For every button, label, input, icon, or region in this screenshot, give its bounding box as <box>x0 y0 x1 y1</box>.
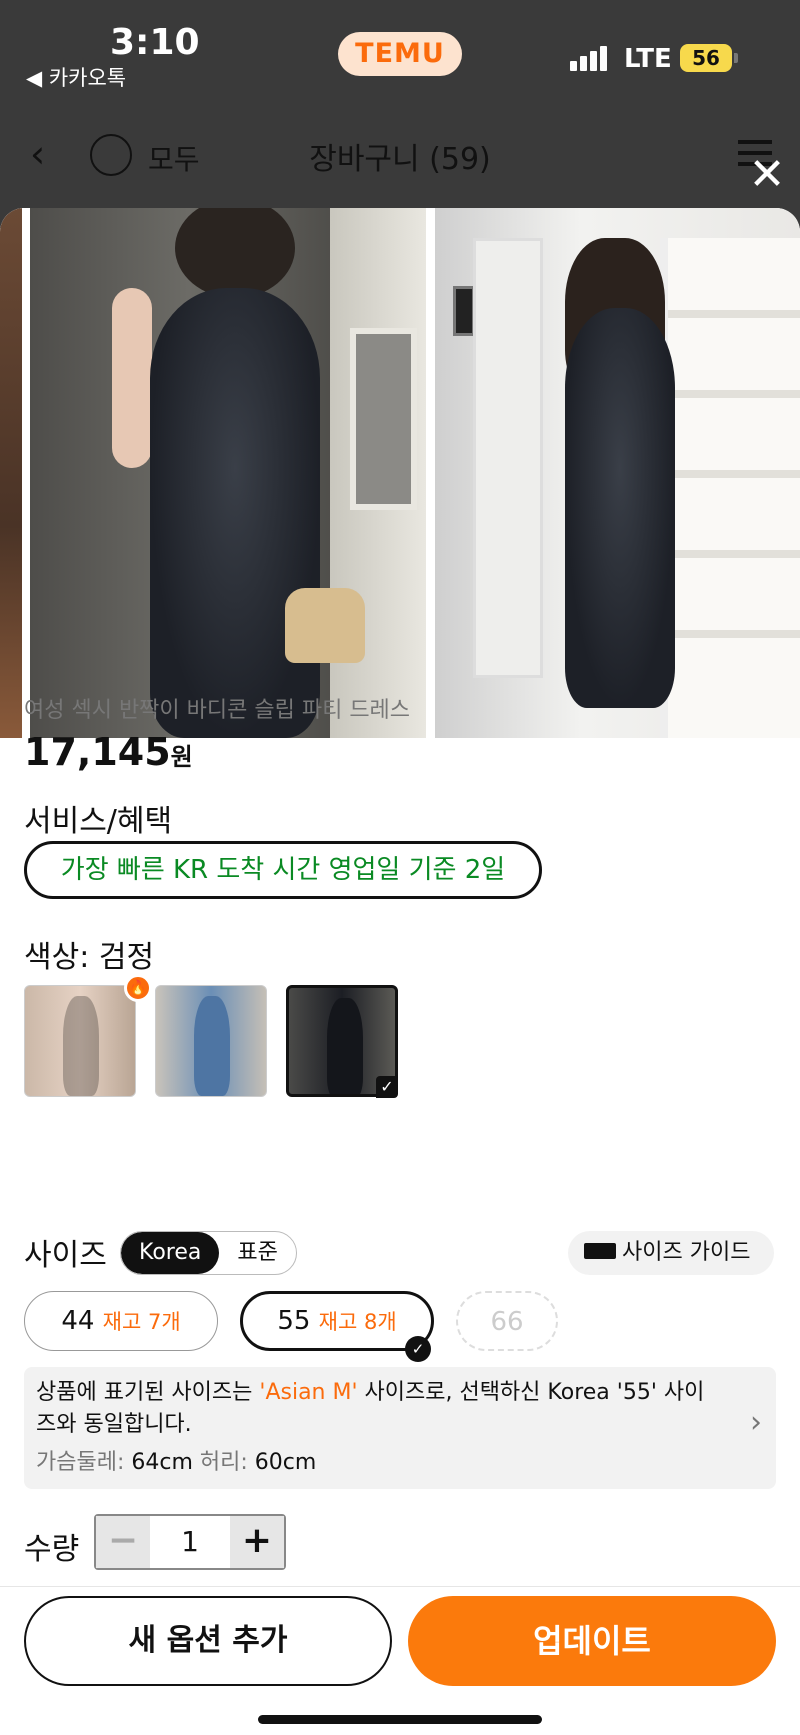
status-time: 3:10 <box>110 22 200 63</box>
close-icon[interactable]: ✕ <box>748 153 786 197</box>
chevron-right-icon[interactable]: › <box>750 1407 762 1439</box>
update-button[interactable]: 업데이트 <box>408 1596 776 1686</box>
ruler-icon <box>584 1243 616 1259</box>
quantity-label: 수량 <box>24 1532 80 1567</box>
size-guide-button[interactable]: 사이즈 가이드 <box>568 1231 774 1275</box>
page-title: 장바구니 (59) <box>309 142 491 177</box>
selected-check-icon: ✓ <box>405 1336 431 1362</box>
size-option-66: 66 <box>456 1291 558 1351</box>
hot-fire-icon: 🔥 <box>124 974 152 1002</box>
size-value: 44 <box>61 1306 95 1336</box>
battery-icon: 56 <box>680 44 738 72</box>
size-option-44[interactable]: 44 재고 7개 <box>24 1291 218 1351</box>
size-toggle-korea[interactable]: Korea <box>121 1232 220 1274</box>
size-measurements: 가슴둘레: 64cm 허리: 60cm <box>36 1450 317 1475</box>
size-toggle-standard[interactable]: 표준 <box>219 1232 295 1274</box>
product-image-prev[interactable] <box>0 208 22 738</box>
add-new-option-button[interactable]: 새 옵션 추가 <box>24 1596 392 1686</box>
status-bar: 3:10 ◀ 카카오톡 TEMU LTE 56 <box>0 0 800 110</box>
product-price: 17,145원 <box>24 730 193 774</box>
size-label: 사이즈 <box>24 1238 107 1273</box>
size-option-55[interactable]: 55 재고 8개 <box>240 1291 434 1351</box>
benefits-label: 서비스/혜택 <box>24 804 173 839</box>
quantity-stepper: − 1 + <box>94 1514 286 1570</box>
product-option-sheet: 여성 섹시 반짝이 바디콘 슬립 파티 드레스 17,145원 서비스/혜택 가… <box>0 208 800 1735</box>
divider <box>0 1586 800 1587</box>
size-standard-toggle: Korea 표준 <box>120 1231 297 1275</box>
color-swatch-beige[interactable] <box>24 985 136 1097</box>
cart-nav-bar: ‹ 모두 장바구니 (59) <box>0 110 800 200</box>
home-indicator <box>258 1715 542 1724</box>
stock-count: 재고 7개 <box>102 1310 181 1334</box>
size-guide-label: 사이즈 가이드 <box>622 1240 751 1265</box>
product-image-front[interactable] <box>30 208 426 738</box>
delivery-benefit-badge: 가장 빠른 KR 도착 시간 영업일 기준 2일 <box>24 841 542 899</box>
size-value: 66 <box>490 1307 524 1337</box>
stock-count: 재고 8개 <box>318 1310 397 1334</box>
price-currency: 원 <box>170 743 193 771</box>
increment-button[interactable]: + <box>230 1516 284 1568</box>
color-label: 색상: 검정 <box>24 940 155 975</box>
quantity-value[interactable]: 1 <box>150 1516 230 1568</box>
decrement-button[interactable]: − <box>96 1516 150 1568</box>
product-name: 여성 섹시 반짝이 바디콘 슬립 파티 드레스 <box>24 698 411 723</box>
product-image-back[interactable] <box>435 208 800 738</box>
size-value: 55 <box>277 1306 311 1336</box>
size-info-box[interactable]: 상품에 표기된 사이즈는 'Asian M' 사이즈로, 선택하신 Korea … <box>24 1367 776 1489</box>
color-swatch-blue[interactable] <box>155 985 267 1097</box>
size-info-text: 상품에 표기된 사이즈는 'Asian M' 사이즈로, 선택하신 Korea … <box>36 1380 705 1437</box>
product-image-gallery[interactable] <box>0 208 800 738</box>
network-label: LTE <box>624 44 672 74</box>
temu-app-badge: TEMU <box>338 32 462 76</box>
back-to-app-link[interactable]: ◀ 카카오톡 <box>26 62 126 92</box>
price-value: 17,145 <box>24 730 171 774</box>
signal-icon <box>570 46 610 71</box>
selected-check-icon: ✓ <box>376 1076 398 1098</box>
